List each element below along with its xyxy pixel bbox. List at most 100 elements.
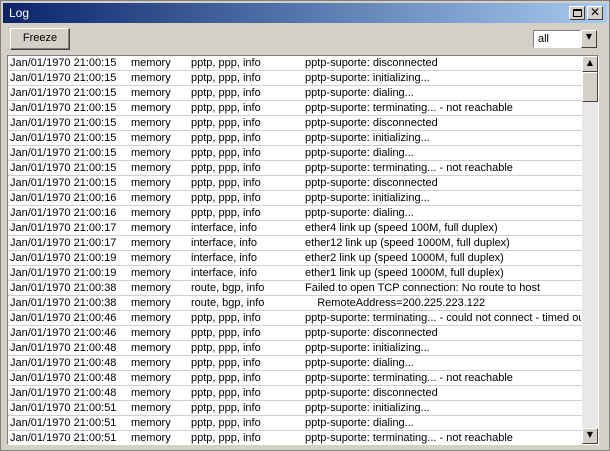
table-row[interactable]: Jan/01/1970 21:00:15 memory pptp, ppp, inf…	[8, 146, 582, 161]
log-buffer: memory	[131, 417, 171, 429]
vertical-scrollbar[interactable]: ▲ ▼	[582, 56, 598, 444]
log-topics: pptp, ppp, info	[191, 87, 261, 99]
log-time: Jan/01/1970 21:00:15	[10, 72, 117, 84]
log-time: Jan/01/1970 21:00:15	[10, 102, 117, 114]
log-topics: pptp, ppp, info	[191, 132, 261, 144]
log-time: Jan/01/1970 21:00:19	[10, 252, 117, 264]
log-time: Jan/01/1970 21:00:15	[10, 162, 117, 174]
log-time: Jan/01/1970 21:00:46	[10, 312, 117, 324]
title-bar[interactable]: Log ✕	[3, 3, 607, 23]
log-topics: interface, info	[191, 237, 258, 249]
log-message: pptp-suporte: terminating... - could not…	[305, 312, 581, 324]
log-time: Jan/01/1970 21:00:15	[10, 117, 117, 129]
arrow-down-icon: ▼	[586, 430, 594, 439]
log-topics: interface, info	[191, 222, 258, 234]
log-topics: pptp, ppp, info	[191, 312, 261, 324]
scroll-thumb[interactable]	[582, 72, 598, 102]
table-row[interactable]: Jan/01/1970 21:00:48 memory pptp, ppp, inf…	[8, 386, 582, 401]
log-time: Jan/01/1970 21:00:15	[10, 87, 117, 99]
table-row[interactable]: Jan/01/1970 21:00:16 memory pptp, ppp, inf…	[8, 191, 582, 206]
table-row[interactable]: Jan/01/1970 21:00:48 memory pptp, ppp, inf…	[8, 341, 582, 356]
close-button[interactable]: ✕	[587, 5, 603, 20]
log-buffer: memory	[131, 252, 171, 264]
table-row[interactable]: Jan/01/1970 21:00:16 memory pptp, ppp, inf…	[8, 206, 582, 221]
table-row[interactable]: Jan/01/1970 21:00:15 memory pptp, ppp, inf…	[8, 101, 582, 116]
log-topics: pptp, ppp, info	[191, 327, 261, 339]
log-buffer: memory	[131, 117, 171, 129]
table-row[interactable]: Jan/01/1970 21:00:51 memory pptp, ppp, inf…	[8, 401, 582, 416]
log-time: Jan/01/1970 21:00:38	[10, 282, 117, 294]
log-message: pptp-suporte: dialing...	[305, 207, 414, 219]
log-time: Jan/01/1970 21:00:15	[10, 177, 117, 189]
log-buffer: memory	[131, 192, 171, 204]
table-row[interactable]: Jan/01/1970 21:00:17 memory interface, inf…	[8, 236, 582, 251]
freeze-button[interactable]: Freeze	[10, 28, 70, 50]
log-message: pptp-suporte: terminating... - not reach…	[305, 102, 513, 114]
table-row[interactable]: Jan/01/1970 21:00:51 memory pptp, ppp, inf…	[8, 431, 582, 444]
log-message: ether1 link up (speed 1000M, full duplex…	[305, 267, 504, 279]
table-row[interactable]: Jan/01/1970 21:00:15 memory pptp, ppp, inf…	[8, 161, 582, 176]
filter-select[interactable]: all	[533, 30, 581, 48]
log-message: pptp-suporte: dialing...	[305, 147, 414, 159]
log-topics: pptp, ppp, info	[191, 372, 261, 384]
table-row[interactable]: Jan/01/1970 21:00:38 memory route, bgp, in…	[8, 281, 582, 296]
log-buffer: memory	[131, 72, 171, 84]
table-row[interactable]: Jan/01/1970 21:00:17 memory interface, inf…	[8, 221, 582, 236]
log-buffer: memory	[131, 177, 171, 189]
log-topics: pptp, ppp, info	[191, 72, 261, 84]
scroll-down-button[interactable]: ▼	[582, 428, 598, 444]
log-buffer: memory	[131, 327, 171, 339]
log-message: ether2 link up (speed 1000M, full duplex…	[305, 252, 504, 264]
table-row[interactable]: Jan/01/1970 21:00:38 memory route, bgp, in…	[8, 296, 582, 311]
log-buffer: memory	[131, 207, 171, 219]
log-buffer: memory	[131, 282, 171, 294]
scroll-up-button[interactable]: ▲	[582, 56, 598, 72]
maximize-button[interactable]	[569, 6, 585, 20]
table-row[interactable]: Jan/01/1970 21:00:15 memory pptp, ppp, inf…	[8, 86, 582, 101]
table-row[interactable]: Jan/01/1970 21:00:46 memory pptp, ppp, inf…	[8, 326, 582, 341]
log-time: Jan/01/1970 21:00:17	[10, 237, 117, 249]
log-buffer: memory	[131, 237, 171, 249]
log-buffer: memory	[131, 222, 171, 234]
window-title: Log	[9, 6, 30, 20]
table-row[interactable]: Jan/01/1970 21:00:48 memory pptp, ppp, inf…	[8, 371, 582, 386]
log-buffer: memory	[131, 267, 171, 279]
log-time: Jan/01/1970 21:00:48	[10, 372, 117, 384]
toolbar: Freeze all ▼	[3, 25, 607, 55]
maximize-icon	[573, 9, 582, 17]
table-row[interactable]: Jan/01/1970 21:00:48 memory pptp, ppp, inf…	[8, 356, 582, 371]
log-topics: pptp, ppp, info	[191, 207, 261, 219]
log-topics: pptp, ppp, info	[191, 57, 261, 69]
log-topics: pptp, ppp, info	[191, 387, 261, 399]
log-time: Jan/01/1970 21:00:51	[10, 432, 117, 444]
table-row[interactable]: Jan/01/1970 21:00:19 memory interface, inf…	[8, 251, 582, 266]
log-topics: route, bgp, info	[191, 297, 265, 309]
table-row[interactable]: Jan/01/1970 21:00:51 memory pptp, ppp, inf…	[8, 416, 582, 431]
log-topics: pptp, ppp, info	[191, 162, 261, 174]
log-topics: pptp, ppp, info	[191, 342, 261, 354]
table-row[interactable]: Jan/01/1970 21:00:15 memory pptp, ppp, inf…	[8, 131, 582, 146]
table-row[interactable]: Jan/01/1970 21:00:15 memory pptp, ppp, inf…	[8, 71, 582, 86]
log-time: Jan/01/1970 21:00:51	[10, 402, 117, 414]
log-message: pptp-suporte: disconnected	[305, 57, 438, 69]
log-buffer: memory	[131, 342, 171, 354]
log-topics: pptp, ppp, info	[191, 417, 261, 429]
log-list[interactable]: Jan/01/1970 21:00:15 memory pptp, ppp, inf…	[7, 55, 599, 445]
log-message: pptp-suporte: dialing...	[305, 357, 414, 369]
table-row[interactable]: Jan/01/1970 21:00:19 memory interface, inf…	[8, 266, 582, 281]
log-buffer: memory	[131, 87, 171, 99]
log-time: Jan/01/1970 21:00:48	[10, 357, 117, 369]
log-message: pptp-suporte: initializing...	[305, 72, 430, 84]
table-row[interactable]: Jan/01/1970 21:00:15 memory pptp, ppp, inf…	[8, 176, 582, 191]
table-row[interactable]: Jan/01/1970 21:00:15 memory pptp, ppp, inf…	[8, 116, 582, 131]
log-message: ether12 link up (speed 1000M, full duple…	[305, 237, 510, 249]
log-message: pptp-suporte: terminating... - not reach…	[305, 162, 513, 174]
log-topics: pptp, ppp, info	[191, 402, 261, 414]
log-time: Jan/01/1970 21:00:51	[10, 417, 117, 429]
log-buffer: memory	[131, 147, 171, 159]
log-buffer: memory	[131, 402, 171, 414]
table-row[interactable]: Jan/01/1970 21:00:46 memory pptp, ppp, inf…	[8, 311, 582, 326]
filter-dropdown-button[interactable]: ▼	[581, 30, 597, 48]
log-buffer: memory	[131, 57, 171, 69]
table-row[interactable]: Jan/01/1970 21:00:15 memory pptp, ppp, inf…	[8, 56, 582, 71]
